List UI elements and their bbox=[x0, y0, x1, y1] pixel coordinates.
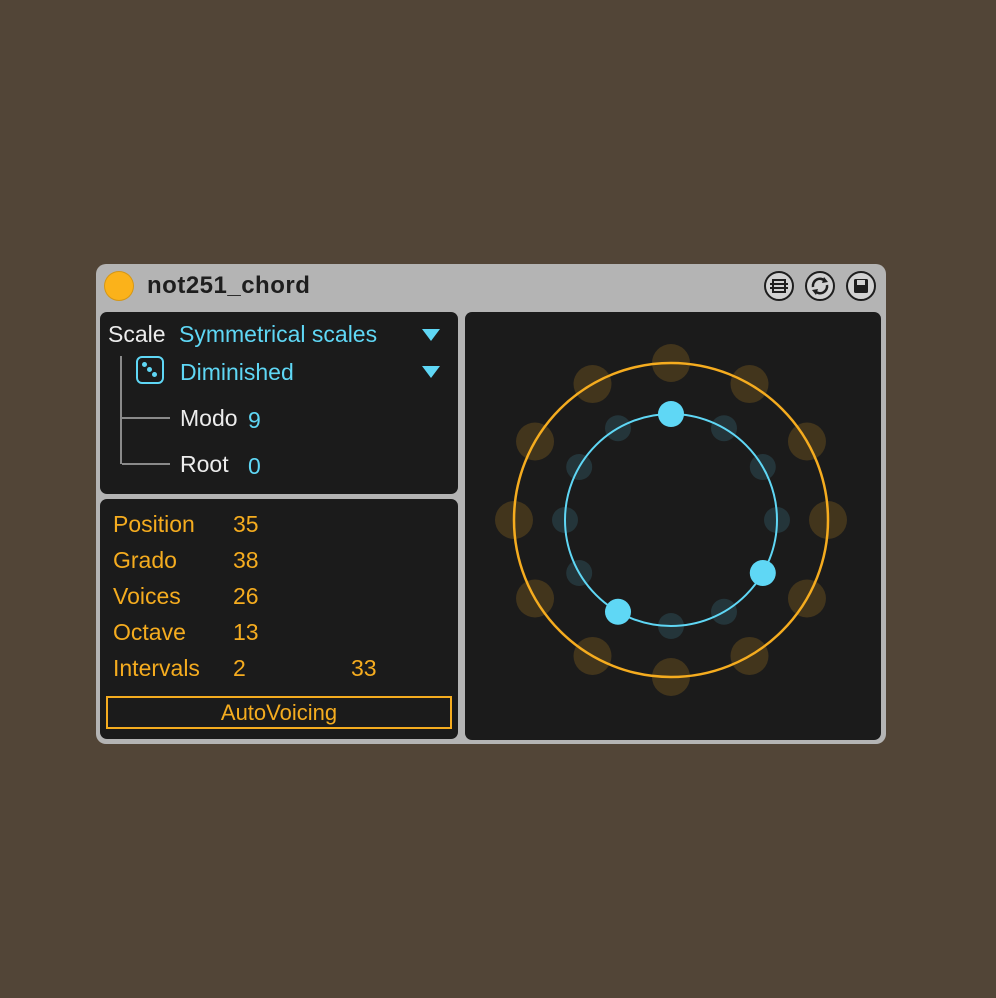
root-label: Root bbox=[180, 451, 229, 477]
params-panel: Position 35 Grado 38 Voices 26 Octave 13… bbox=[100, 499, 458, 739]
title-bar: not251_chord bbox=[96, 264, 886, 308]
hot-swap-icon[interactable] bbox=[804, 270, 836, 302]
scale-panel: Scale Symmetrical scales Diminished Modo… bbox=[100, 312, 458, 494]
device-window: not251_chord Scale Symmetrical scales Di… bbox=[96, 264, 886, 744]
scale-label: Scale bbox=[108, 321, 166, 347]
autovoicing-button[interactable]: AutoVoicing bbox=[106, 696, 452, 729]
tree-branch-root bbox=[122, 463, 170, 465]
voices-label: Voices bbox=[113, 583, 181, 609]
scale-type-dropdown-arrow-icon[interactable] bbox=[422, 366, 440, 378]
modo-label: Modo bbox=[180, 405, 238, 431]
active-note[interactable] bbox=[749, 560, 776, 586]
voices-value[interactable]: 26 bbox=[233, 583, 259, 610]
grado-value[interactable]: 38 bbox=[233, 547, 259, 574]
intervals-label: Intervals bbox=[113, 655, 200, 681]
fold-icon[interactable] bbox=[763, 270, 795, 302]
intervals-value-1[interactable]: 2 bbox=[233, 655, 246, 682]
save-preset-icon[interactable] bbox=[845, 270, 877, 302]
pitch-circle-panel bbox=[465, 312, 881, 740]
modo-value[interactable]: 9 bbox=[248, 407, 261, 434]
scale-family-dropdown-arrow-icon[interactable] bbox=[422, 329, 440, 341]
tree-vertical-line bbox=[120, 356, 122, 464]
dice-icon[interactable] bbox=[136, 356, 164, 384]
root-value[interactable]: 0 bbox=[248, 453, 261, 480]
active-note[interactable] bbox=[658, 401, 684, 427]
scale-family-menu[interactable]: Symmetrical scales bbox=[179, 321, 377, 348]
octave-value[interactable]: 13 bbox=[233, 619, 259, 646]
device-power-toggle[interactable] bbox=[104, 271, 134, 301]
inner-ring bbox=[564, 413, 778, 627]
active-note[interactable] bbox=[605, 598, 631, 625]
position-label: Position bbox=[113, 511, 195, 537]
device-title: not251_chord bbox=[147, 272, 311, 299]
pitch-circle-display[interactable] bbox=[465, 312, 881, 740]
octave-label: Octave bbox=[113, 619, 186, 645]
scale-type-menu[interactable]: Diminished bbox=[180, 359, 294, 386]
position-value[interactable]: 35 bbox=[233, 511, 259, 538]
grado-label: Grado bbox=[113, 547, 177, 573]
intervals-value-2[interactable]: 33 bbox=[351, 655, 377, 682]
tree-branch-modo bbox=[122, 417, 170, 419]
